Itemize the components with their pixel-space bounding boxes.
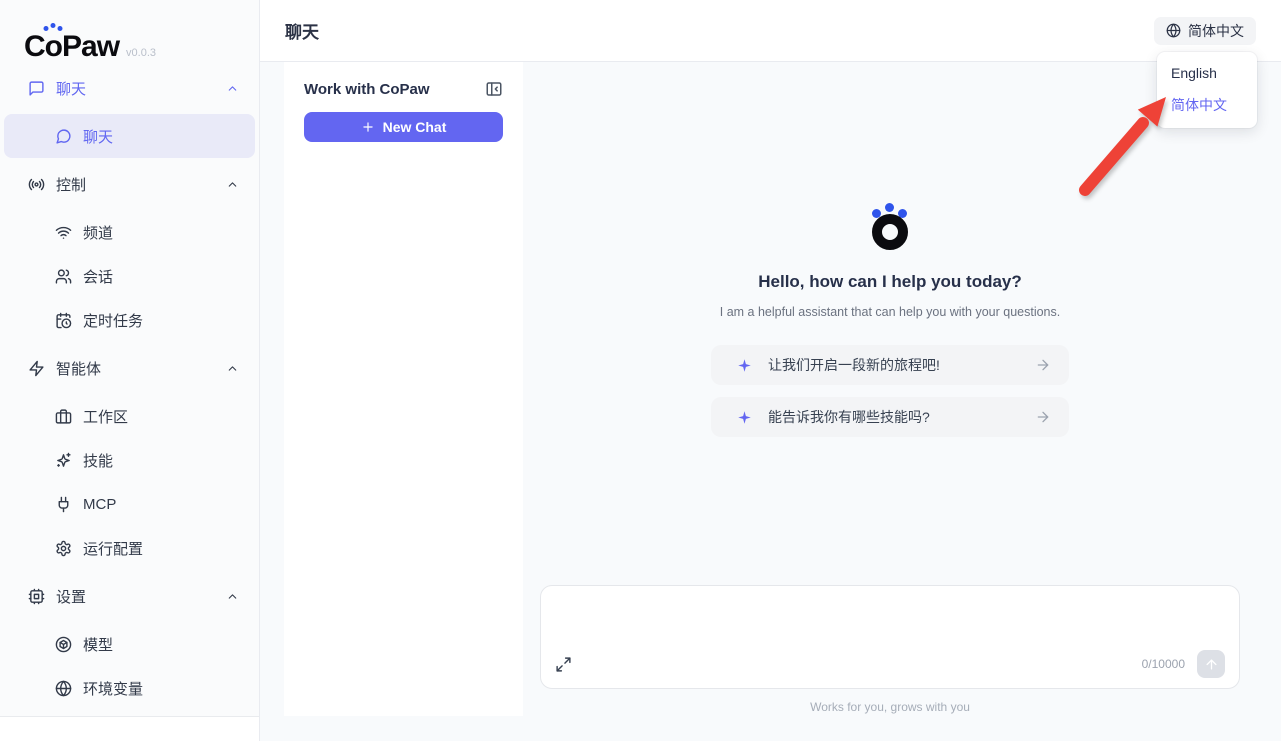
- language-dropdown: English 简体中文: [1157, 52, 1257, 128]
- copaw-app: Co Paw v0.0.3 聊天 聊天 控制 频道 会话 定时任务 智能体 工作…: [0, 0, 1281, 741]
- sparkle-icon: [738, 358, 751, 372]
- collapse-panel-button[interactable]: [485, 80, 503, 98]
- language-option-simplified-chinese[interactable]: 简体中文: [1157, 88, 1257, 122]
- logo-part-paw: Paw: [62, 30, 120, 63]
- users-icon: [55, 268, 72, 284]
- wifi-icon: [55, 226, 72, 239]
- calendar-clock-icon: [56, 312, 72, 328]
- app-logo: Co Paw v0.0.3: [0, 0, 259, 62]
- zap-icon: [29, 360, 44, 376]
- tagline: Works for you, grows with you: [810, 700, 970, 714]
- globe-icon: [1166, 23, 1181, 38]
- new-chat-button[interactable]: New Chat: [304, 112, 503, 142]
- sidebar-item-label: 模型: [83, 636, 114, 654]
- sidebar-item-skills[interactable]: 技能: [4, 438, 255, 482]
- plus-icon: [362, 122, 373, 132]
- main-area: 聊天 简体中文 Work with CoPaw New Chat Hello, …: [260, 0, 1281, 741]
- chat-panel-title: Work with CoPaw: [304, 80, 430, 98]
- sidebar-section-label: 聊天: [56, 80, 87, 98]
- greeting-block: Hello, how can I help you today? I am a …: [540, 202, 1240, 437]
- sidebar-item-channels[interactable]: 频道: [4, 210, 255, 254]
- greeting-subtitle: I am a helpful assistant that can help y…: [719, 305, 1061, 319]
- sidebar-item-scheduled-tasks[interactable]: 定时任务: [4, 298, 255, 342]
- panel-collapse-icon: [486, 82, 502, 96]
- logo-part-o: o: [43, 23, 63, 62]
- sidebar-item-label: 环境变量: [83, 680, 144, 698]
- suggestion-list: 让我们开启一段新的旅程吧! 能告诉我你有哪些技能吗?: [711, 345, 1069, 437]
- page-title: 聊天: [285, 23, 319, 42]
- arrow-right-icon: [1037, 411, 1049, 423]
- sidebar-item-run-config[interactable]: 运行配置: [4, 526, 255, 570]
- gear-icon: [56, 540, 71, 556]
- logo-part-c: C: [24, 30, 46, 63]
- expand-icon: [556, 656, 571, 672]
- sidebar-item-label: 运行配置: [83, 540, 144, 558]
- sidebar-item-label: 工作区: [83, 408, 129, 426]
- briefcase-icon: [55, 408, 72, 424]
- new-chat-label: New Chat: [382, 119, 447, 135]
- sidebar-section-label: 设置: [56, 588, 87, 606]
- greeting-title: Hello, how can I help you today?: [758, 272, 1022, 291]
- sidebar-item-sessions[interactable]: 会话: [4, 254, 255, 298]
- sparkles-icon: [57, 452, 71, 467]
- sidebar-section-label: 控制: [56, 176, 87, 194]
- suggestion-label: 能告诉我你有哪些技能吗?: [768, 409, 930, 425]
- message-square-icon: [29, 80, 44, 96]
- sidebar-item-label: 频道: [83, 224, 114, 242]
- suggestion-label: 让我们开启一段新的旅程吧!: [768, 357, 940, 373]
- sidebar-item-label: 技能: [83, 452, 114, 470]
- plug-icon: [58, 496, 69, 512]
- sidebar-footer: [0, 716, 259, 741]
- message-input-container: 0/10000: [540, 585, 1240, 689]
- sidebar-section-chat[interactable]: 聊天: [0, 66, 259, 110]
- expand-input-button[interactable]: [555, 656, 572, 673]
- language-selector-label: 简体中文: [1188, 22, 1244, 39]
- arrow-up-icon: [1206, 659, 1216, 669]
- chat-list-panel: Work with CoPaw New Chat: [284, 62, 523, 716]
- arrow-right-icon: [1037, 359, 1049, 371]
- top-header: 聊天 简体中文: [260, 0, 1281, 62]
- sidebar-section-settings[interactable]: 设置: [0, 574, 259, 618]
- suggestion-chip[interactable]: 能告诉我你有哪些技能吗?: [711, 397, 1069, 437]
- content-area: Work with CoPaw New Chat Hello, how can …: [260, 62, 1281, 741]
- sidebar-nav: 聊天 聊天 控制 频道 会话 定时任务 智能体 工作区 技能 MCP 运行配置 …: [0, 62, 259, 710]
- sidebar-item-models[interactable]: 模型: [4, 622, 255, 666]
- paw-dots-icon: [43, 23, 63, 31]
- sidebar-item-mcp[interactable]: MCP: [4, 482, 255, 526]
- sidebar-item-label: 会话: [83, 268, 114, 286]
- sidebar-section-label: 智能体: [56, 360, 102, 378]
- globe-icon: [55, 680, 72, 696]
- sidebar-item-env-variables[interactable]: 环境变量: [4, 666, 255, 710]
- sparkle-icon: [738, 410, 751, 424]
- sidebar: Co Paw v0.0.3 聊天 聊天 控制 频道 会话 定时任务 智能体 工作…: [0, 0, 260, 741]
- copaw-paw-logo-icon: [870, 202, 910, 250]
- chevron-up-icon: [228, 365, 237, 371]
- chevron-up-icon: [228, 85, 237, 91]
- cpu-icon: [28, 588, 45, 604]
- sidebar-section-control[interactable]: 控制: [0, 162, 259, 206]
- sidebar-item-workspace[interactable]: 工作区: [4, 394, 255, 438]
- message-circle-icon: [56, 128, 71, 144]
- app-version: v0.0.3: [126, 47, 156, 59]
- message-input[interactable]: [555, 598, 1225, 650]
- sidebar-item-label: MCP: [83, 495, 117, 513]
- chevron-up-icon: [228, 593, 237, 599]
- suggestion-chip[interactable]: 让我们开启一段新的旅程吧!: [711, 345, 1069, 385]
- language-selector-button[interactable]: 简体中文: [1154, 16, 1256, 45]
- sidebar-item-label: 定时任务: [83, 312, 144, 330]
- sidebar-item-chat[interactable]: 聊天: [4, 114, 255, 158]
- chevron-up-icon: [228, 181, 237, 187]
- chat-area: Hello, how can I help you today? I am a …: [523, 62, 1281, 741]
- radio-icon: [28, 178, 45, 190]
- logo-wordmark: Co Paw: [24, 23, 120, 63]
- sidebar-item-label: 聊天: [83, 128, 114, 146]
- sidebar-section-agents[interactable]: 智能体: [0, 346, 259, 390]
- char-counter: 0/10000: [1141, 657, 1185, 671]
- language-option-english[interactable]: English: [1157, 58, 1257, 88]
- send-button[interactable]: [1197, 650, 1225, 678]
- cube-icon: [55, 636, 72, 652]
